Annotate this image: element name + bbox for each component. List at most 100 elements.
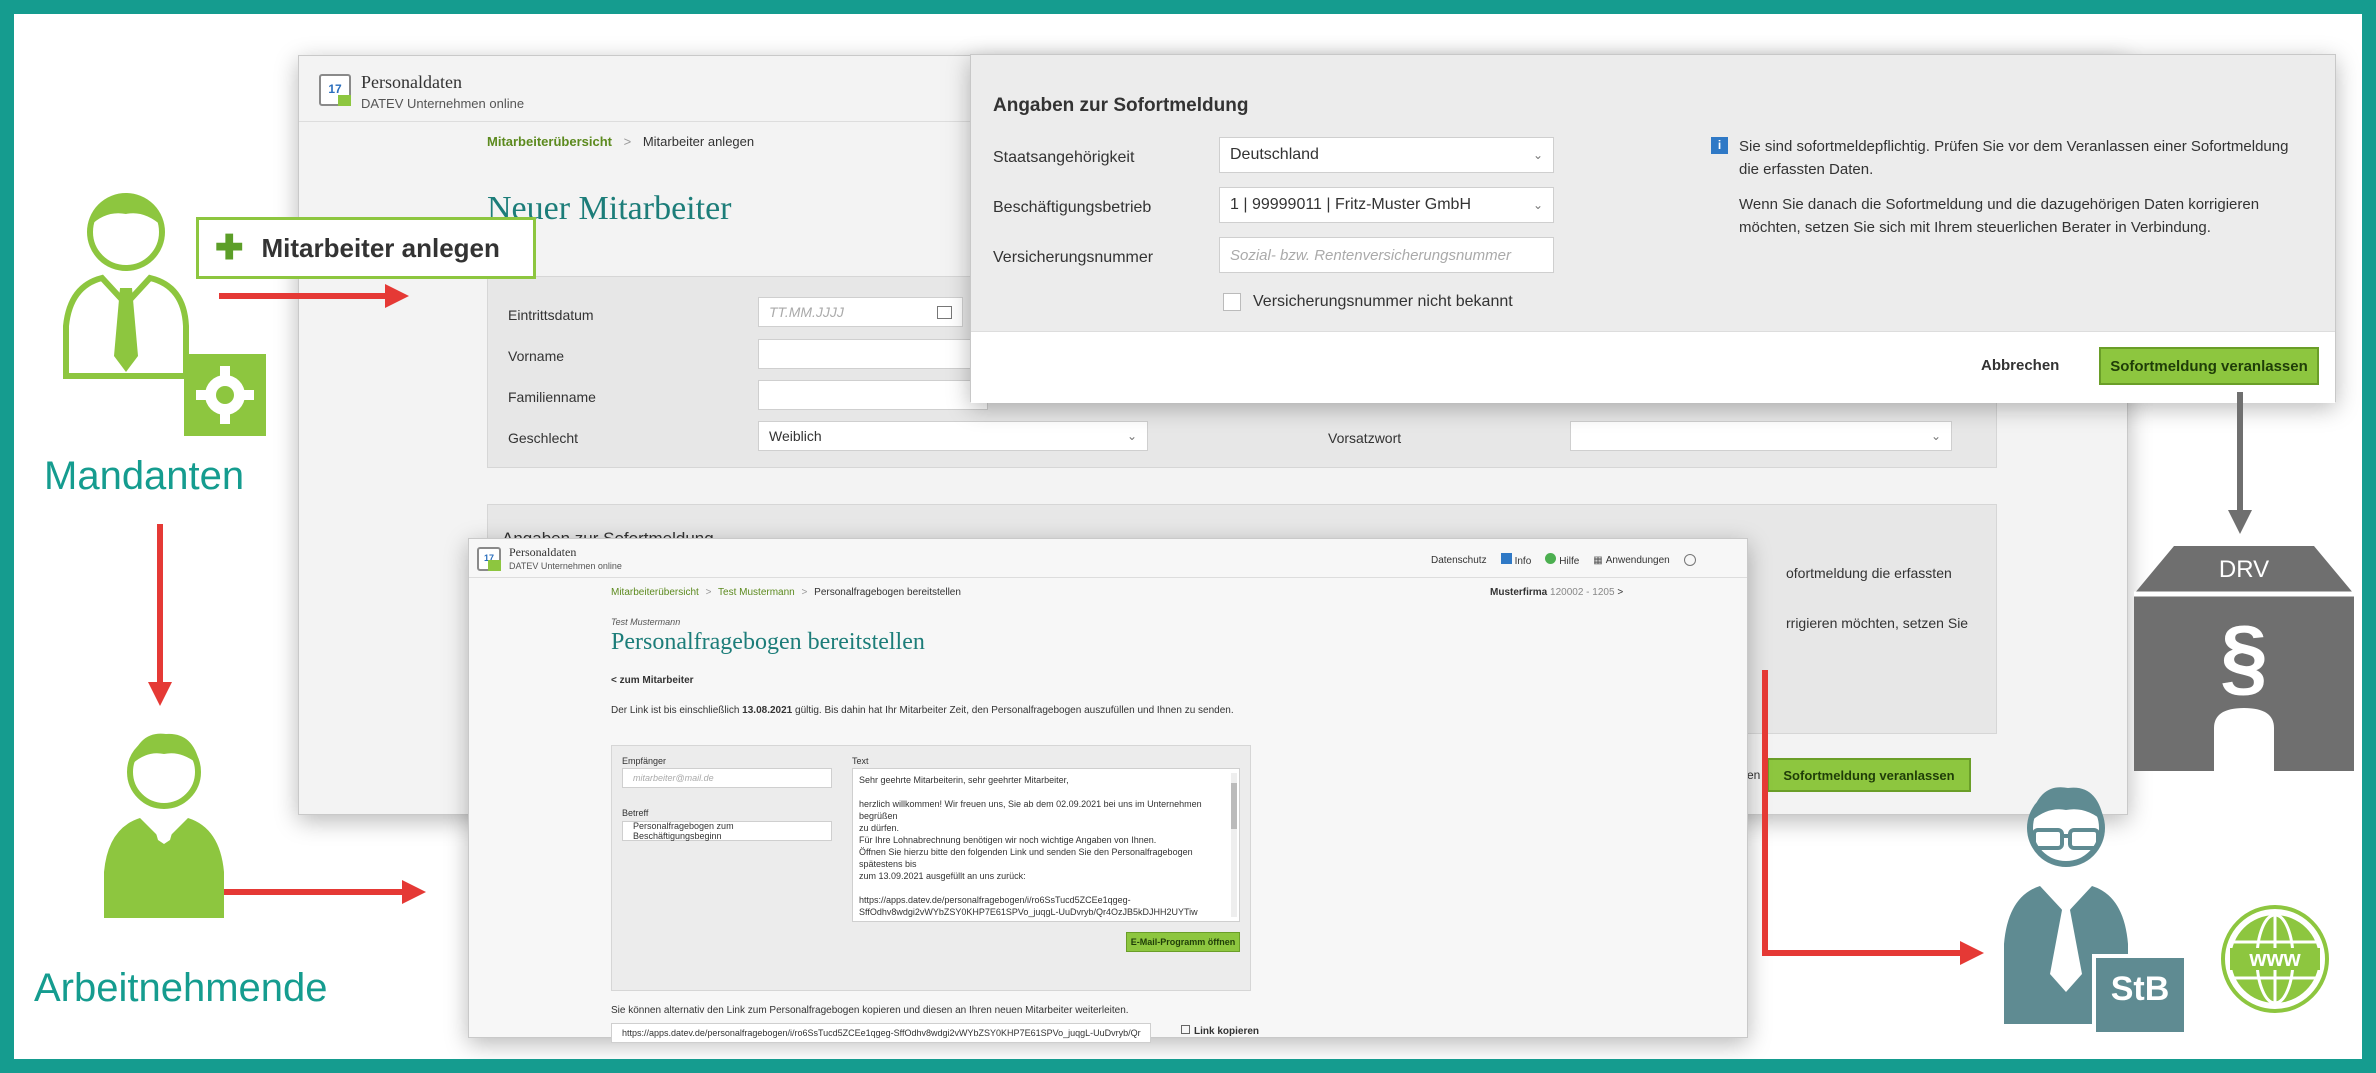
breadcrumb: Mitarbeiterübersicht > Test Mustermann >…	[611, 587, 961, 598]
vnr-label: Versicherungsnummer	[993, 249, 1154, 266]
drv-building-icon: DRV §	[2134, 546, 2354, 771]
calendar-icon: 17	[319, 74, 351, 106]
grid-icon: ▦	[1593, 554, 1603, 566]
arrowhead	[385, 284, 409, 308]
eintritt-field[interactable]: TT.MM.JJJJ	[758, 297, 963, 327]
chevron-down-icon: ⌄	[1930, 429, 1941, 443]
info-icon	[1500, 553, 1512, 564]
back-to-employee-link[interactable]: < zum Mitarbeiter	[611, 675, 694, 686]
dialog-title: Angaben zur Sofortmeldung	[993, 95, 1249, 116]
employee-name: Test Mustermann	[611, 617, 681, 627]
help-icon	[1545, 553, 1557, 564]
calendar-picker-icon[interactable]	[937, 305, 952, 319]
submit-sofortmeldung-button[interactable]: Sofortmeldung veranlassen	[1767, 758, 1971, 792]
vnr-field[interactable]: Sozial- bzw. Rentenversicherungsnummer	[1219, 237, 1554, 273]
breadcrumb-item[interactable]: Mitarbeiterübersicht	[611, 587, 699, 598]
breadcrumb: Mitarbeiterübersicht > Mitarbeiter anleg…	[487, 134, 755, 149]
arrowhead	[148, 682, 172, 706]
arrow-dialog-to-drv	[2237, 392, 2243, 512]
mandanten-label: Mandanten	[44, 454, 245, 498]
betrieb-label: Beschäftigungsbetrieb	[993, 199, 1152, 216]
callout-mitarbeiter-anlegen: ✚ Mitarbeiter anlegen	[196, 217, 536, 279]
chevron-down-icon: ⌄	[1532, 198, 1543, 212]
app-subtitle: DATEV Unternehmen online	[509, 561, 622, 571]
eintritt-label: Eintrittsdatum	[508, 307, 594, 323]
chevron-down-icon: ⌄	[1126, 429, 1137, 443]
page-title: Personalfragebogen bereitstellen	[611, 629, 925, 655]
dialog-footer: Abbrechen Sofortmeldung veranlassen	[971, 331, 2335, 403]
vorsatzwort-label: Vorsatzwort	[1328, 430, 1402, 446]
info-link[interactable]: Info	[1500, 553, 1531, 567]
betreff-label: Betreff	[622, 808, 649, 818]
app-title: Personaldaten	[361, 72, 462, 92]
breadcrumb-item[interactable]: Mitarbeiterübersicht	[487, 134, 612, 149]
arrowhead	[402, 880, 426, 904]
info-fragment: rrigieren möchten, setzen Sie	[1786, 615, 1969, 631]
info-text-1: Sie sind sofortmeldepflichtig. Prüfen Si…	[1739, 138, 2289, 178]
copy-hint: Sie können alternativ den Link zum Perso…	[611, 1005, 1129, 1016]
vorsatzwort-select[interactable]: ⌄	[1570, 421, 1952, 451]
diagram-stage: 17 Personaldaten DATEV Unternehmen onlin…	[0, 0, 2376, 1073]
firm-selector[interactable]: Musterfirma 120002 - 1205 >	[1490, 587, 1623, 598]
stb-advisor-icon: StB	[1994, 774, 2194, 1036]
geschlecht-select[interactable]: Weiblich ⌄	[758, 421, 1148, 451]
info-fragment: ofortmeldung die erfassten	[1786, 565, 1952, 581]
arrow-arbeitnehmende-to-fragebogen	[224, 889, 404, 895]
staat-select[interactable]: Deutschland ⌄	[1219, 137, 1554, 173]
copy-link-button[interactable]: Link kopieren	[1181, 1025, 1259, 1037]
arrowhead	[2228, 510, 2252, 534]
help-link[interactable]: Hilfe	[1545, 553, 1579, 567]
betrieb-select[interactable]: 1 | 99999011 | Fritz-Muster GmbH ⌄	[1219, 187, 1554, 223]
arbeitnehmende-label: Arbeitnehmende	[34, 966, 328, 1010]
arrow-mandanten-to-arbeitnehmende	[157, 524, 163, 684]
text-label: Text	[852, 756, 869, 766]
arbeitnehmende-persona-icon	[94, 722, 234, 922]
geschlecht-label: Geschlecht	[508, 430, 579, 446]
user-icon[interactable]	[1683, 554, 1696, 566]
submit-sofortmeldung-button[interactable]: Sofortmeldung veranlassen	[2099, 347, 2319, 385]
app-subtitle: DATEV Unternehmen online	[361, 96, 525, 111]
vorname-label: Vorname	[508, 348, 565, 364]
checkbox-label: Versicherungsnummer nicht bekannt	[1253, 293, 1513, 310]
text-body[interactable]: Sehr geehrte Mitarbeiterin, sehr geehrte…	[852, 768, 1240, 922]
arrowhead	[1960, 941, 1984, 965]
familienname-field[interactable]	[758, 380, 988, 410]
copy-icon	[1181, 1025, 1190, 1034]
breadcrumb-item[interactable]: Test Mustermann	[718, 587, 795, 598]
chevron-down-icon: ⌄	[1532, 148, 1543, 162]
familienname-label: Familienname	[508, 389, 596, 405]
scrollbar[interactable]	[1231, 773, 1237, 917]
validity-text: Der Link ist bis einschließlich 13.08.20…	[611, 705, 1234, 716]
window-personalfragebogen: 17 Personaldaten DATEV Unternehmen onlin…	[468, 538, 1748, 1043]
top-links: Datenschutz Info Hilfe ▦ Anwendungen	[1431, 553, 1696, 567]
dialog-sofortmeldung: Angaben zur Sofortmeldung Staatsangehöri…	[970, 54, 2336, 403]
betreff-field[interactable]: Personalfragebogen zum Beschäftigungsbeg…	[622, 821, 832, 841]
empfaenger-field[interactable]: mitarbeiter@mail.de	[622, 768, 832, 788]
vorname-field[interactable]	[758, 339, 988, 369]
stb-label: StB	[2110, 970, 2170, 1008]
calendar-icon: 17	[477, 547, 501, 571]
info-icon: i	[1711, 137, 1728, 154]
datenschutz-link[interactable]: Datenschutz	[1431, 555, 1487, 566]
arrow-fragebogen-to-stb	[1762, 950, 1962, 956]
email-program-button[interactable]: E-Mail-Programm öffnen	[1126, 932, 1240, 952]
breadcrumb-item: Mitarbeiter anlegen	[642, 134, 755, 149]
staat-label: Staatsangehörigkeit	[993, 149, 1135, 166]
cancel-fragment[interactable]: en	[1747, 768, 1760, 782]
info-text-2: Wenn Sie danach die Sofortmeldung und di…	[1739, 196, 2260, 236]
breadcrumb-item: Personalfragebogen bereitstellen	[814, 587, 961, 598]
arrow-fragebogen-to-stb	[1762, 670, 1768, 955]
vnr-unknown-checkbox[interactable]	[1223, 293, 1241, 311]
cancel-button[interactable]: Abbrechen	[1981, 357, 2059, 374]
plus-icon: ✚	[215, 229, 244, 267]
drv-label: DRV	[2218, 556, 2270, 583]
empfaenger-label: Empfänger	[622, 756, 667, 766]
apps-link[interactable]: ▦ Anwendungen	[1593, 555, 1669, 566]
arrow-mandanten-to-form	[219, 293, 387, 299]
email-panel: Empfänger mitarbeiter@mail.de Betreff Pe…	[611, 745, 1251, 991]
paragraph-icon: §	[2220, 609, 2268, 705]
globe-icon: www	[2220, 904, 2330, 1014]
www-label: www	[2249, 946, 2301, 971]
link-field[interactable]: https://apps.datev.de/personalfragebogen…	[611, 1023, 1151, 1043]
app-title: Personaldaten	[509, 545, 577, 559]
